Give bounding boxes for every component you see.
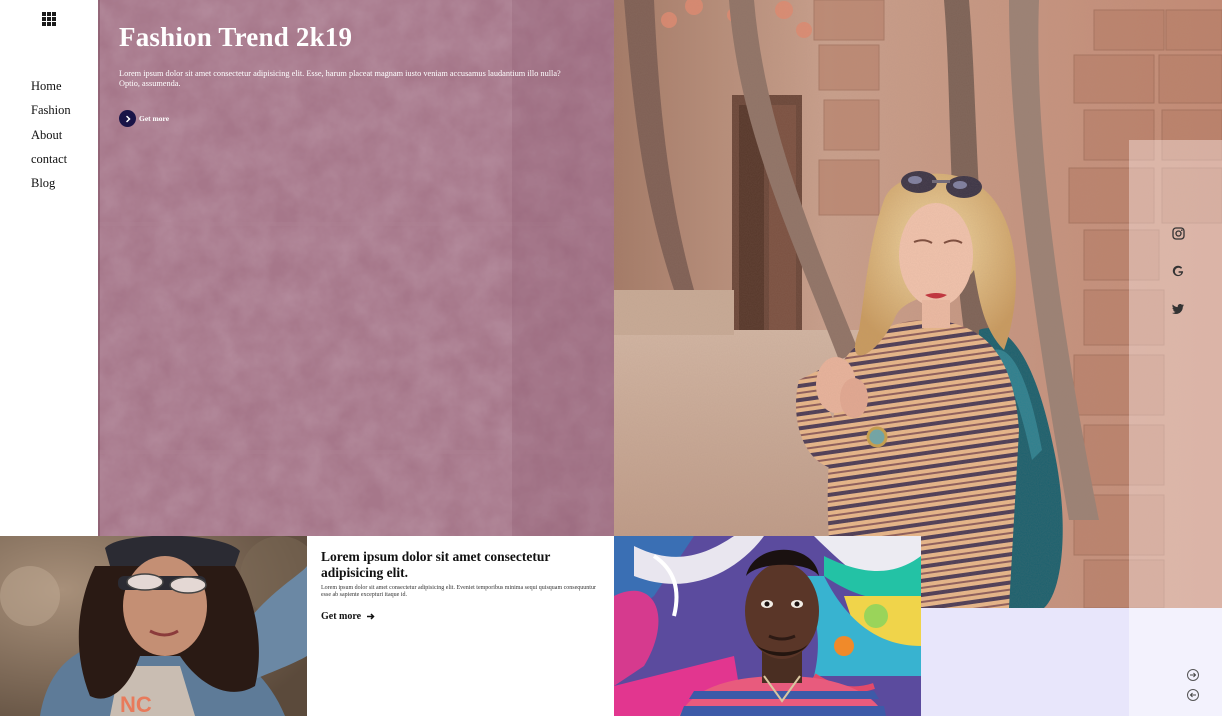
hero-title: Fashion Trend 2k19 [119,22,353,52]
lavender-panel [921,608,1129,716]
hero-get-more-button[interactable] [119,110,136,127]
hero-description: Lorem ipsum dolor sit amet consectetur a… [119,69,561,88]
nav-item-blog[interactable]: Blog [31,173,71,197]
photo-curly-hair-woman: NC [0,536,307,716]
arrow-right-icon [1190,672,1197,678]
google-icon [1172,265,1184,277]
card-title: Lorem ipsum dolor sit amet consectetur a… [321,549,551,580]
arrow-right-icon [367,613,375,620]
man-graffiti-image [614,536,921,716]
nav-item-fashion[interactable]: Fashion [31,100,71,124]
svg-text:NC: NC [120,692,152,716]
main-nav: Home Fashion About contact Blog [31,76,71,197]
card-get-more-label: Get more [321,611,362,622]
instagram-link[interactable] [1170,225,1187,242]
twitter-link[interactable] [1170,300,1187,317]
social-sidebar [1129,140,1222,610]
nav-item-about[interactable]: About [31,125,71,149]
arrow-left-icon [1189,692,1196,698]
nav-item-contact[interactable]: contact [31,149,71,173]
prev-slide-button[interactable] [1187,689,1199,701]
pager-panel [1129,608,1222,716]
twitter-icon [1172,304,1184,314]
next-slide-button[interactable] [1187,669,1199,681]
grid-menu-icon[interactable] [42,12,56,26]
hero-get-more-label[interactable]: Get more [139,114,169,123]
hero-banner: Fashion Trend 2k19 Lorem ipsum dolor sit… [98,0,614,536]
nav-item-home[interactable]: Home [31,76,71,100]
article-card: Lorem ipsum dolor sit amet consectetur a… [307,536,614,716]
chevron-right-icon [125,115,131,122]
photo-man-graffiti [614,536,921,716]
sidebar: Home Fashion About contact Blog [0,0,98,536]
instagram-icon [1172,227,1185,240]
google-link[interactable] [1170,263,1187,280]
card-description: Lorem ipsum dolor sit amet consectetur a… [321,585,596,598]
card-get-more-link[interactable]: Get more [321,611,375,622]
curly-woman-image: NC [0,536,307,716]
